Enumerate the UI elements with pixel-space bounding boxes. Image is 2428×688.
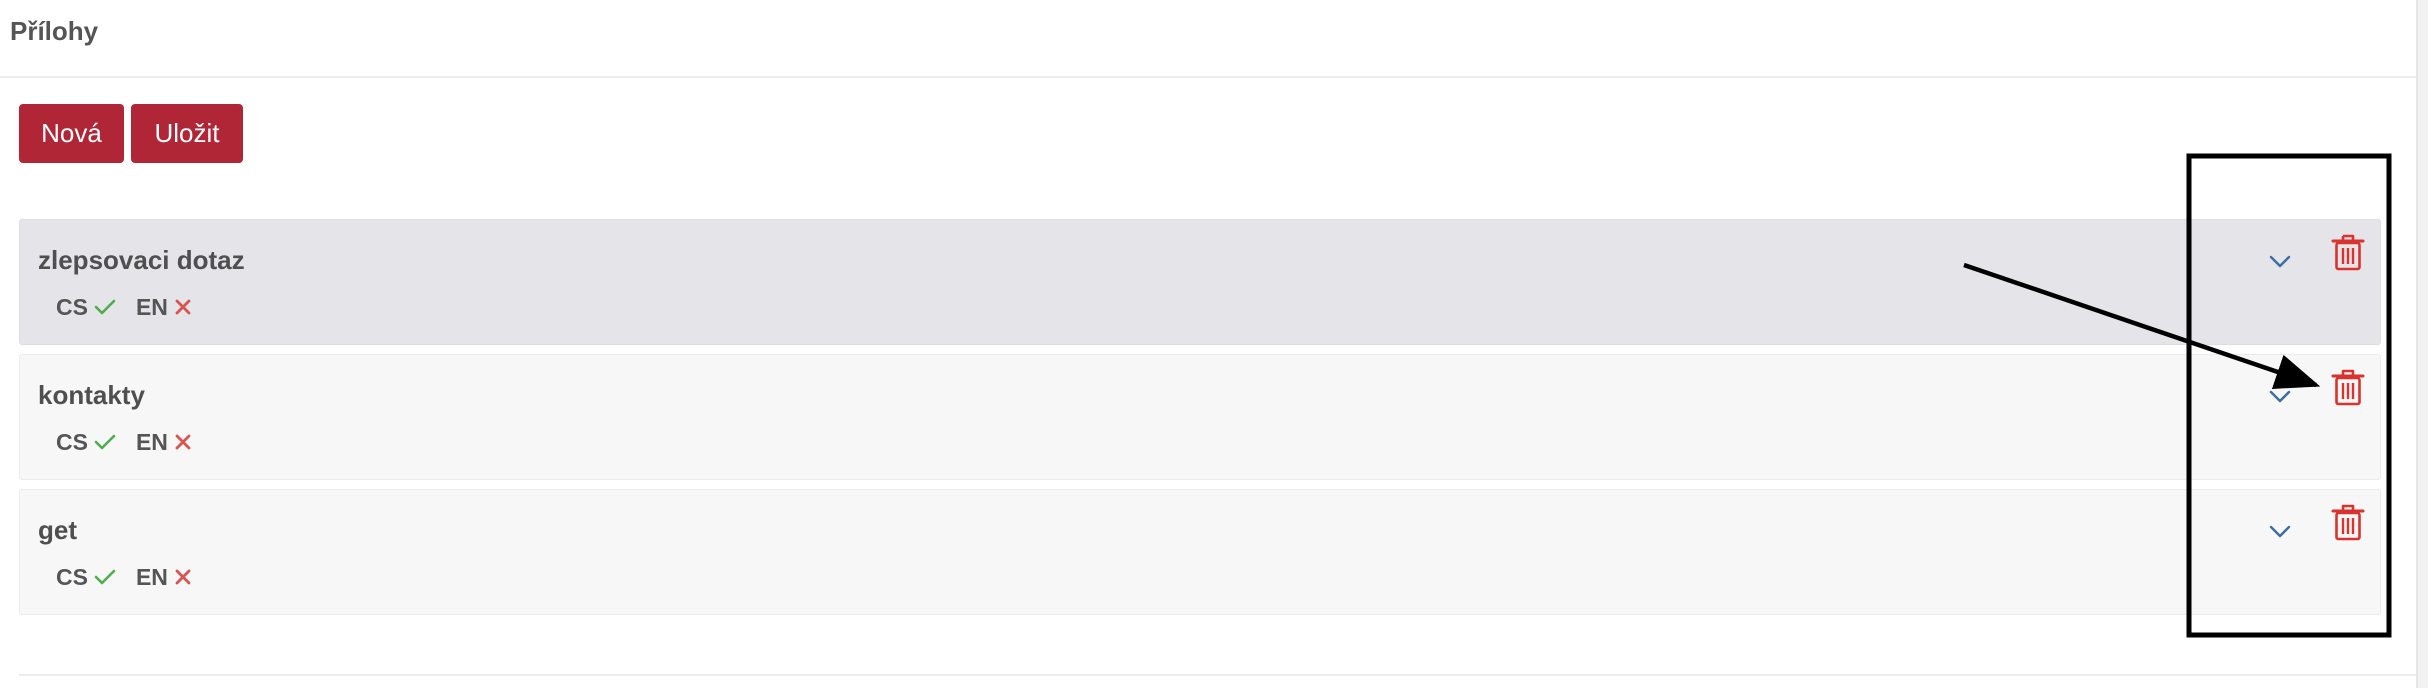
check-icon xyxy=(94,298,116,316)
lang-code: EN xyxy=(135,563,168,590)
cross-icon xyxy=(174,433,192,451)
language-status: CS EN xyxy=(56,292,212,322)
panel-header: Přílohy xyxy=(0,0,2416,78)
scrollbar-track[interactable] xyxy=(2416,0,2428,688)
attachment-name: kontakty xyxy=(38,380,145,410)
lang-code: EN xyxy=(135,428,168,455)
language-status: CS EN xyxy=(56,427,212,457)
lang-code: EN xyxy=(135,293,168,320)
attachment-item[interactable]: get CS EN xyxy=(19,489,2381,615)
check-icon xyxy=(94,433,116,451)
attachment-name: zlepsovaci dotaz xyxy=(38,245,245,275)
chevron-down-icon[interactable] xyxy=(2265,246,2295,276)
chevron-down-icon[interactable] xyxy=(2265,381,2295,411)
attachment-item[interactable]: kontakty CS EN xyxy=(19,354,2381,480)
attachment-name: get xyxy=(38,515,77,545)
cross-icon xyxy=(174,568,192,586)
chevron-down-icon[interactable] xyxy=(2265,516,2295,546)
lang-code: CS xyxy=(56,293,88,320)
trash-icon[interactable] xyxy=(2331,367,2365,407)
cross-icon xyxy=(174,298,192,316)
check-icon xyxy=(94,568,116,586)
attachment-item[interactable]: zlepsovaci dotaz CS EN xyxy=(19,219,2381,345)
save-button[interactable]: Uložit xyxy=(131,104,243,163)
panel-title: Přílohy xyxy=(10,16,99,46)
lang-code: CS xyxy=(56,563,88,590)
trash-icon[interactable] xyxy=(2331,502,2365,542)
divider xyxy=(19,674,2416,676)
page: Přílohy Nová Uložit zlepsovaci dotaz CS … xyxy=(0,0,2428,688)
lang-code: CS xyxy=(56,428,88,455)
language-status: CS EN xyxy=(56,562,212,592)
trash-icon[interactable] xyxy=(2331,232,2365,272)
new-button[interactable]: Nová xyxy=(19,104,124,163)
